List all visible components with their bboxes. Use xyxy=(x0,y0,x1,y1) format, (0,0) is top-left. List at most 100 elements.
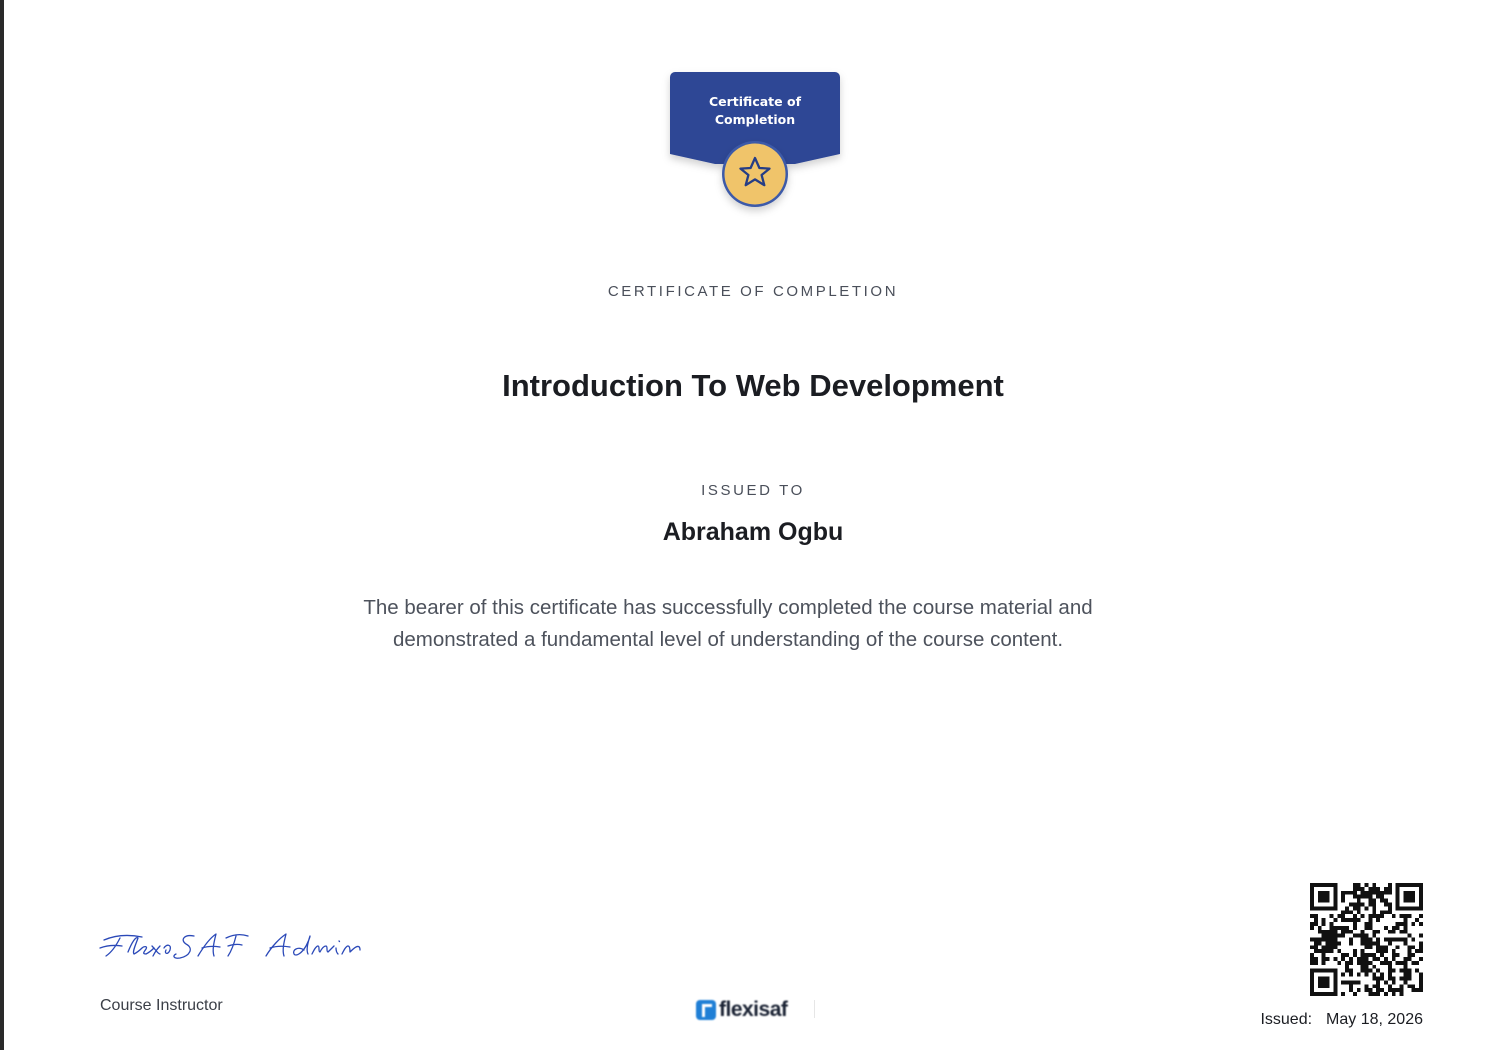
qr-module xyxy=(1325,937,1330,942)
qr-module xyxy=(1364,984,1369,989)
qr-module xyxy=(1360,933,1365,938)
certificate-page: Certificate of Completion CERTIFICATE OF… xyxy=(0,0,1506,1050)
qr-module xyxy=(1403,921,1408,926)
qr-module xyxy=(1317,890,1330,903)
qr-module xyxy=(1395,921,1400,926)
qr-module xyxy=(1419,976,1423,981)
recipient-name: Abraham Ogbu xyxy=(662,518,844,546)
qr-module xyxy=(1407,984,1412,989)
qr-module xyxy=(1313,941,1318,946)
qr-module xyxy=(1333,937,1338,942)
qr-module xyxy=(1360,957,1365,961)
qr-module xyxy=(1399,921,1404,926)
qr-module xyxy=(1368,968,1373,973)
qr-module xyxy=(1333,929,1338,934)
qr-module xyxy=(1419,949,1423,954)
qr-module xyxy=(1387,886,1392,891)
verification-qr-code[interactable] xyxy=(1310,883,1423,996)
issued-label: Issued: xyxy=(1260,1011,1313,1028)
qr-module xyxy=(1345,925,1349,930)
qr-module xyxy=(1403,925,1408,930)
flexisaf-logo-icon xyxy=(696,1000,716,1020)
qr-module xyxy=(1356,894,1361,899)
qr-module xyxy=(1376,992,1381,996)
qr-module xyxy=(1387,910,1392,915)
qr-module xyxy=(1376,949,1381,954)
certificate-badge: Certificate of Completion xyxy=(670,72,840,212)
qr-module xyxy=(1333,918,1338,922)
qr-module xyxy=(1345,918,1349,922)
qr-module xyxy=(1329,945,1334,950)
qr-module xyxy=(1387,960,1392,965)
qr-module xyxy=(1407,949,1412,954)
qr-module xyxy=(1345,960,1349,965)
qr-module xyxy=(1399,937,1404,942)
qr-module xyxy=(1387,937,1392,942)
qr-module xyxy=(1407,968,1412,973)
qr-module xyxy=(1313,960,1318,965)
qr-module xyxy=(1391,976,1396,981)
qr-module xyxy=(1313,957,1318,961)
qr-module xyxy=(1376,890,1381,895)
badge-label: Certificate of Completion xyxy=(670,93,840,129)
qr-module xyxy=(1356,988,1361,993)
qr-module xyxy=(1372,886,1377,891)
qr-module xyxy=(1329,914,1334,919)
qr-module xyxy=(1313,949,1318,954)
qr-module xyxy=(1376,988,1381,993)
qr-module xyxy=(1348,929,1353,934)
qr-module xyxy=(1337,925,1342,930)
qr-module xyxy=(1360,929,1365,934)
logo-wordmark: flexisaf xyxy=(719,998,788,1021)
qr-module xyxy=(1419,914,1423,919)
qr-module xyxy=(1364,894,1369,899)
qr-module xyxy=(1403,941,1408,946)
qr-module xyxy=(1321,937,1326,942)
qr-module xyxy=(1321,945,1326,950)
qr-module xyxy=(1356,910,1361,915)
qr-module xyxy=(1419,941,1423,946)
qr-module xyxy=(1368,941,1373,946)
qr-module xyxy=(1364,988,1369,993)
qr-module xyxy=(1399,914,1404,919)
qr-module xyxy=(1345,929,1349,934)
qr-module xyxy=(1407,957,1412,961)
qr-module xyxy=(1372,883,1377,887)
qr-module xyxy=(1352,949,1357,954)
qr-module xyxy=(1348,980,1353,985)
qr-module xyxy=(1364,883,1369,887)
qr-module xyxy=(1321,949,1326,954)
qr-module xyxy=(1310,957,1314,961)
qr-module xyxy=(1364,960,1369,965)
qr-module xyxy=(1368,925,1373,930)
qr-module xyxy=(1352,980,1357,985)
qr-module xyxy=(1337,933,1342,938)
qr-module xyxy=(1395,953,1400,958)
qr-module xyxy=(1345,906,1349,911)
qr-module xyxy=(1380,914,1385,919)
qr-module xyxy=(1310,921,1314,926)
qr-module xyxy=(1368,914,1373,919)
qr-module xyxy=(1384,937,1388,942)
qr-module xyxy=(1403,972,1408,977)
qr-module xyxy=(1419,984,1423,989)
qr-module xyxy=(1403,968,1408,973)
qr-module xyxy=(1415,918,1420,922)
qr-module xyxy=(1407,945,1412,950)
qr-module xyxy=(1341,925,1346,930)
qr-module xyxy=(1395,960,1400,965)
qr-module xyxy=(1356,902,1361,907)
qr-module xyxy=(1364,953,1369,958)
qr-module xyxy=(1341,910,1346,915)
qr-module xyxy=(1384,898,1388,903)
qr-module xyxy=(1352,925,1357,930)
qr-module xyxy=(1337,949,1342,954)
qr-module xyxy=(1341,957,1346,961)
qr-module xyxy=(1348,902,1353,907)
qr-module xyxy=(1387,929,1392,934)
qr-module xyxy=(1387,984,1392,989)
qr-module xyxy=(1372,953,1377,958)
qr-module xyxy=(1352,883,1357,887)
qr-module xyxy=(1348,941,1353,946)
description-line-2: demonstrated a fundamental level of unde… xyxy=(392,628,1064,651)
